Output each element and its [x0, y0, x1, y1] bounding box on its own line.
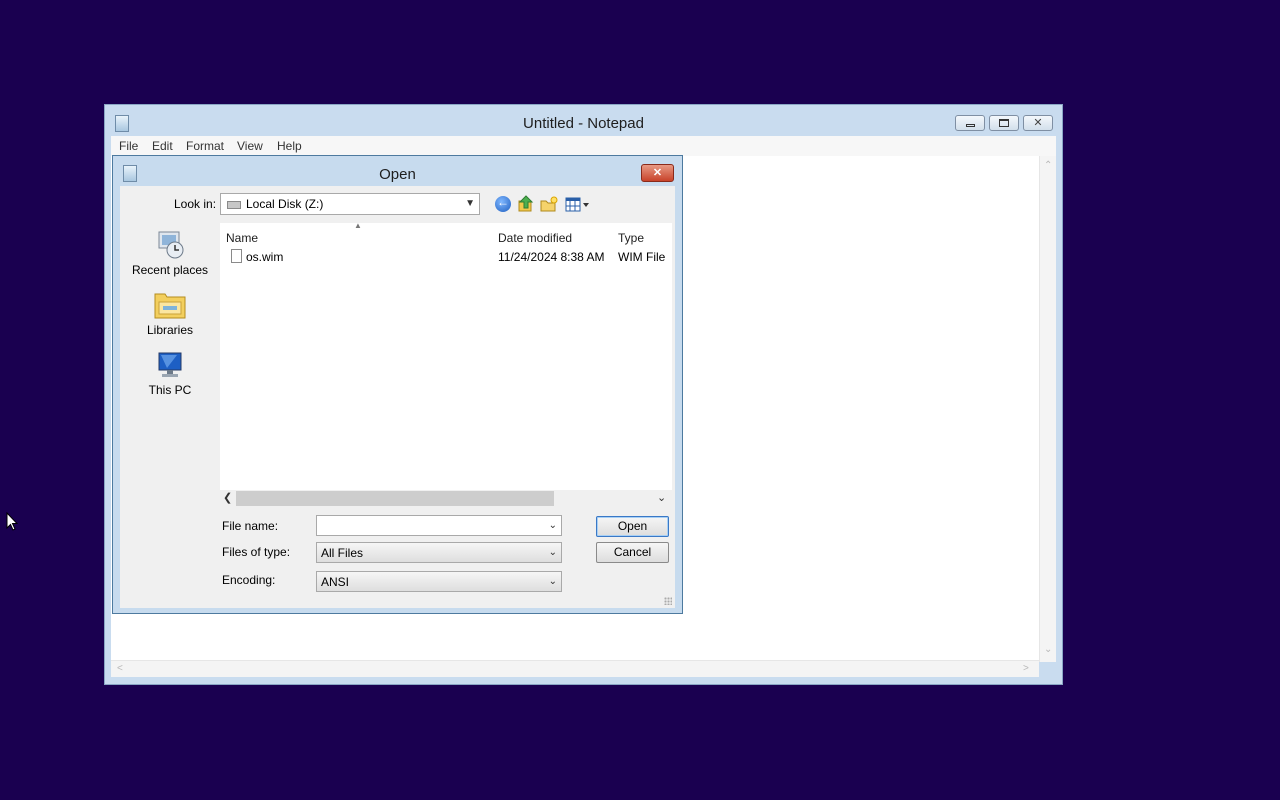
column-header-type[interactable]: Type	[618, 231, 644, 245]
drive-icon	[227, 201, 241, 209]
place-this-pc[interactable]: This PC	[125, 350, 215, 397]
file-name-label: File name:	[222, 519, 279, 533]
menu-view[interactable]: View	[237, 139, 263, 153]
dialog-title: Open	[379, 166, 416, 183]
files-of-type-value: All Files	[321, 546, 364, 560]
files-of-type-dropdown[interactable]: All Files ⌄	[316, 542, 562, 563]
chevron-down-icon: ▼	[465, 198, 475, 209]
restore-button[interactable]	[989, 115, 1019, 131]
scrollbar-thumb[interactable]	[236, 491, 554, 506]
recent-places-icon	[153, 230, 187, 260]
new-folder-icon[interactable]	[540, 196, 558, 214]
menu-help[interactable]: Help	[277, 139, 302, 153]
file-row[interactable]: os.wim 11/24/2024 8:38 AM WIM File	[220, 245, 672, 267]
scroll-left-icon[interactable]: <	[117, 663, 123, 674]
scroll-left-icon[interactable]: ❮	[223, 491, 232, 504]
resize-grip-icon[interactable]	[664, 597, 672, 605]
open-dialog: Open ✕ Look in: Local Disk (Z:) ▼ Recent…	[112, 155, 683, 614]
mouse-cursor-icon	[6, 512, 18, 531]
encoding-dropdown[interactable]: ANSI ⌄	[316, 571, 562, 592]
up-folder-icon[interactable]	[517, 195, 535, 213]
files-of-type-label: Files of type:	[222, 545, 291, 559]
dialog-close-button[interactable]: ✕	[641, 164, 674, 182]
places-bar: Recent places Libraries This PC	[125, 222, 215, 602]
look-in-value: Local Disk (Z:)	[246, 197, 324, 211]
minimize-icon	[956, 116, 984, 130]
close-button[interactable]	[1023, 115, 1053, 131]
file-list[interactable]: ▲ Name Date modified Type os.wim 11/24/2…	[220, 221, 672, 491]
file-icon	[231, 249, 242, 263]
vertical-scrollbar[interactable]: ⌃ ⌄	[1039, 156, 1056, 662]
restore-icon	[990, 116, 1018, 130]
encoding-label: Encoding:	[222, 573, 276, 587]
file-name: os.wim	[246, 250, 284, 264]
chevron-down-icon: ⌄	[548, 576, 557, 587]
scroll-right-icon[interactable]: >	[1023, 663, 1029, 674]
dialog-body: Look in: Local Disk (Z:) ▼ Recent places	[120, 186, 675, 608]
notepad-title-bar[interactable]: Untitled - Notepad	[105, 105, 1062, 137]
dialog-title-bar[interactable]: Open ✕	[113, 156, 682, 186]
chevron-down-icon[interactable]: ⌄	[657, 491, 666, 504]
close-icon	[1024, 116, 1052, 130]
notepad-title: Untitled - Notepad	[523, 115, 644, 132]
place-label: Libraries	[146, 323, 194, 337]
place-label: Recent places	[131, 263, 209, 277]
look-in-dropdown[interactable]: Local Disk (Z:) ▼	[220, 193, 480, 215]
chevron-down-icon[interactable]: ⌄	[549, 520, 557, 531]
minimize-button[interactable]	[955, 115, 985, 131]
place-label: This PC	[148, 383, 192, 397]
place-libraries[interactable]: Libraries	[125, 290, 215, 337]
column-header-name[interactable]: Name	[226, 231, 258, 245]
open-button[interactable]: Open	[596, 516, 669, 537]
file-list-horizontal-scrollbar[interactable]: ❮ ⌄	[220, 490, 672, 507]
menu-file[interactable]: File	[119, 139, 138, 153]
file-name-input[interactable]: ⌄	[316, 515, 562, 536]
menu-bar: File Edit Format View Help	[111, 136, 1056, 156]
place-recent-places[interactable]: Recent places	[125, 230, 215, 277]
libraries-icon	[153, 290, 187, 320]
chevron-down-icon: ⌄	[548, 547, 557, 558]
file-type: WIM File	[618, 250, 666, 264]
encoding-value: ANSI	[321, 575, 350, 589]
horizontal-scrollbar[interactable]: < >	[111, 660, 1039, 677]
look-in-label: Look in:	[174, 197, 217, 211]
this-pc-icon	[153, 350, 187, 380]
close-icon: ✕	[652, 167, 663, 179]
cancel-button[interactable]: Cancel	[596, 542, 669, 563]
menu-format[interactable]: Format	[186, 139, 224, 153]
file-date-modified: 11/24/2024 8:38 AM	[498, 250, 605, 264]
view-menu-icon[interactable]	[565, 197, 591, 215]
menu-edit[interactable]: Edit	[152, 139, 173, 153]
sort-ascending-icon: ▲	[354, 221, 362, 230]
back-icon[interactable]	[495, 195, 511, 212]
column-header-date-modified[interactable]: Date modified	[498, 231, 572, 245]
scroll-down-icon[interactable]: ⌄	[1044, 644, 1052, 655]
scroll-up-icon[interactable]: ⌃	[1044, 160, 1052, 171]
